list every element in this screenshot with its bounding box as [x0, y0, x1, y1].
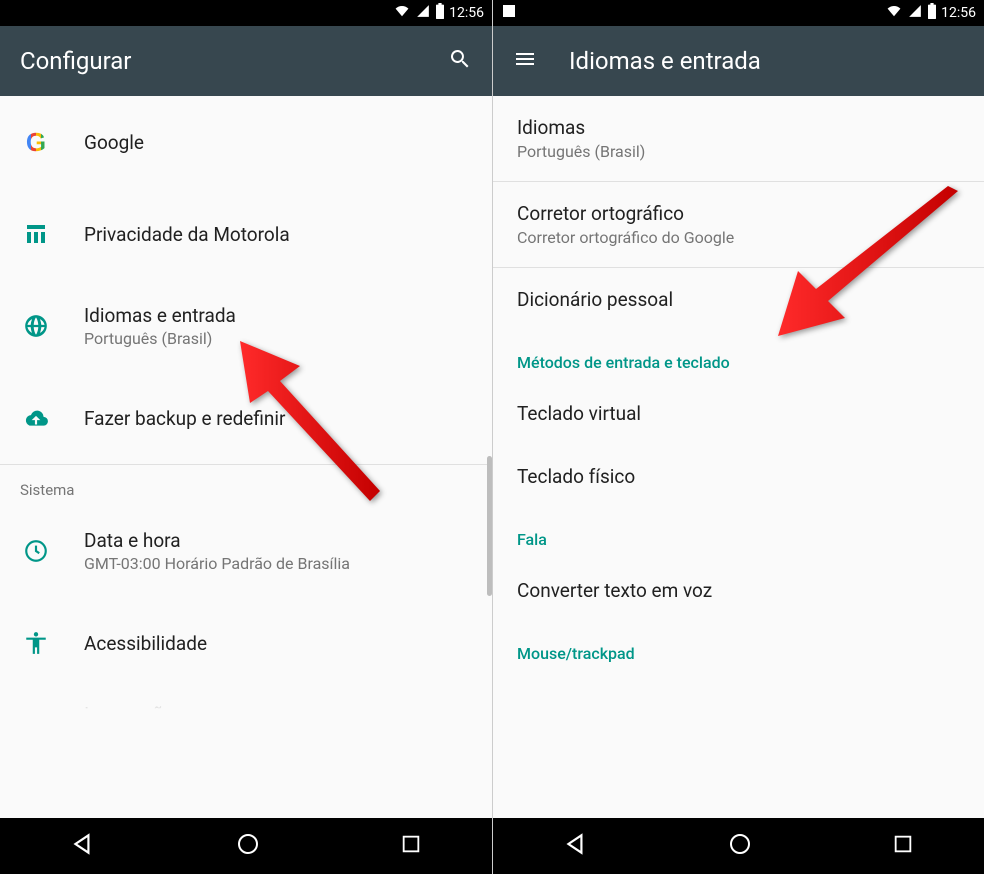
item-subtitle: Português (Brasil) [517, 142, 960, 161]
nav-recent-icon[interactable] [892, 833, 914, 859]
phone-left: 12:56 Configurar G Google Privacidade da… [0, 0, 492, 874]
item-label: Converter texto em voz [517, 579, 960, 602]
nav-home-icon[interactable] [728, 832, 752, 860]
item-tts[interactable]: Converter texto em voz [493, 559, 984, 622]
settings-list: G Google Privacidade da Motorola Idiomas… [0, 96, 492, 818]
clock-icon [20, 538, 52, 564]
app-bar: Idiomas e entrada [493, 26, 984, 96]
google-icon: G [20, 127, 52, 158]
item-label: Google [84, 131, 144, 154]
app-bar: Configurar [0, 26, 492, 96]
phone-right: 12:56 Idiomas e entrada Idiomas Portuguê… [492, 0, 984, 874]
nav-bar [0, 818, 492, 874]
settings-item-google[interactable]: G Google [0, 96, 492, 188]
accessibility-icon [20, 630, 52, 656]
item-label: Privacidade da Motorola [84, 223, 290, 246]
hamburger-icon[interactable] [513, 47, 537, 75]
item-label: Teclado físico [517, 465, 960, 488]
item-physical-keyboard[interactable]: Teclado físico [493, 445, 984, 508]
item-personal-dictionary[interactable]: Dicionário pessoal [493, 268, 984, 331]
battery-icon [927, 3, 937, 23]
item-subtitle: Português (Brasil) [84, 329, 236, 348]
language-settings-list: Idiomas Português (Brasil) Corretor orto… [493, 96, 984, 818]
image-icon [501, 3, 517, 23]
item-label: Teclado virtual [517, 402, 960, 425]
item-subtitle: Corretor ortográfico do Google [517, 228, 960, 247]
item-label: Data e hora [84, 529, 350, 552]
section-header-sistema: Sistema [0, 465, 492, 505]
nav-home-icon[interactable] [236, 832, 260, 860]
settings-item-datetime[interactable]: Data e hora GMT-03:00 Horário Padrão de … [0, 505, 492, 597]
nav-recent-icon[interactable] [400, 833, 422, 859]
section-header-mouse: Mouse/trackpad [493, 622, 984, 673]
status-bar: 12:56 [0, 0, 492, 26]
item-label: Idiomas [517, 116, 960, 139]
item-label: Acessibilidade [84, 632, 207, 655]
nav-bar [493, 818, 984, 874]
status-time: 12:56 [941, 5, 976, 21]
settings-item-backup[interactable]: Fazer backup e redefinir [0, 372, 492, 464]
item-virtual-keyboard[interactable]: Teclado virtual [493, 382, 984, 445]
page-title: Idiomas e entrada [569, 47, 761, 75]
search-icon[interactable] [448, 47, 472, 75]
status-time: 12:56 [449, 5, 484, 21]
wifi-icon [885, 4, 903, 22]
item-idiomas[interactable]: Idiomas Português (Brasil) [493, 96, 984, 181]
item-subtitle: GMT-03:00 Horário Padrão de Brasília [84, 554, 350, 573]
battery-icon [435, 3, 445, 23]
nav-back-icon[interactable] [70, 831, 96, 861]
signal-icon [415, 4, 431, 22]
section-header-input-methods: Métodos de entrada e teclado [493, 331, 984, 382]
settings-item-languages[interactable]: Idiomas e entrada Português (Brasil) [0, 280, 492, 372]
status-bar: 12:56 [493, 0, 984, 26]
wifi-icon [393, 4, 411, 22]
page-title: Configurar [20, 47, 131, 75]
item-label: Fazer backup e redefinir [84, 407, 285, 430]
nav-back-icon[interactable] [563, 831, 589, 861]
signal-icon [907, 4, 923, 22]
privacy-icon [20, 222, 52, 246]
item-label: Dicionário pessoal [517, 288, 960, 311]
settings-item-privacy[interactable]: Privacidade da Motorola [0, 188, 492, 280]
settings-item-print-cutoff[interactable]: Impressão [0, 689, 492, 709]
backup-icon [20, 405, 52, 431]
item-label: Idiomas e entrada [84, 304, 236, 327]
globe-icon [20, 313, 52, 339]
item-spellcheck[interactable]: Corretor ortográfico Corretor ortográfic… [493, 182, 984, 267]
item-label: Corretor ortográfico [517, 202, 960, 225]
settings-item-accessibility[interactable]: Acessibilidade [0, 597, 492, 689]
section-header-speech: Fala [493, 508, 984, 559]
